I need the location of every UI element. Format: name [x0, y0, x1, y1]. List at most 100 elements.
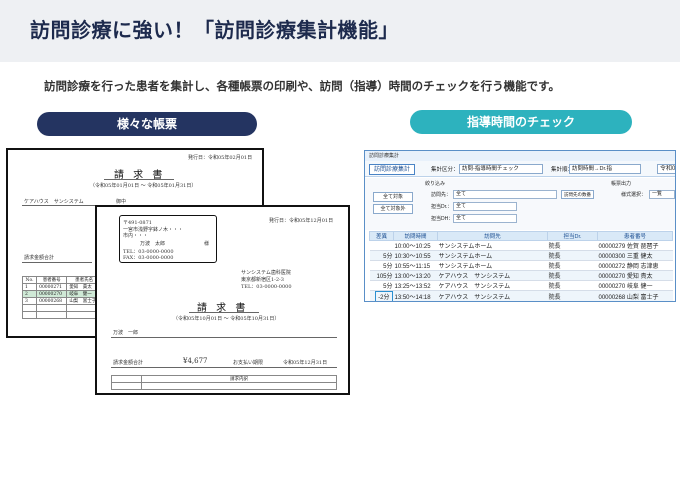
- table-row[interactable]: 5分 10:55〜11:15 サンシステムホーム 院長 00000272 静岡 …: [369, 260, 673, 271]
- aggregation-select[interactable]: 訪問-指導時間チェック: [459, 164, 543, 174]
- hygienist-select[interactable]: 全て: [453, 214, 517, 223]
- place-cell: ケアハウス サンシステム: [437, 290, 548, 301]
- various-forms-label: 様々な帳票: [37, 112, 257, 136]
- doctor-cell: 院長: [547, 260, 598, 271]
- visit-place-select[interactable]: 全て: [453, 190, 557, 199]
- grid-header: 訪問先: [437, 231, 548, 241]
- place-cell: ケアハウス サンシステム: [437, 280, 548, 291]
- time-cell: 10:30〜10:55: [393, 250, 438, 261]
- aggregation-label: 集計区分：: [431, 167, 459, 173]
- table-header-row: No. 患者番号 患者氏名: [21, 276, 102, 284]
- table-row[interactable]: -2分 13:50〜14:18 ケアハウス サンシステム 院長 00000268…: [369, 290, 673, 301]
- format-label: 様式選択：: [621, 192, 647, 198]
- honorific-sama: 様: [204, 241, 210, 247]
- invoice-period: （令和05年10月01日 ～ 令和05年10月31日）: [173, 316, 280, 322]
- diff-cell: 5分: [369, 250, 394, 261]
- table-row[interactable]: 105分 13:00〜13:20 ケアハウス サンシステム 院長 0000027…: [369, 270, 673, 281]
- hygienist-label: 担当DH：: [431, 216, 454, 222]
- visit-place-label: 訪問先：: [431, 192, 452, 198]
- filter-section-label: 絞り込み: [425, 181, 446, 187]
- table-row: 3 00000268 山梨 富士子: [21, 297, 102, 305]
- doctor-cell: 院長: [547, 250, 598, 261]
- diff-cell: 5分: [369, 280, 394, 291]
- patient-name: 万波 太郎: [140, 241, 166, 247]
- address-window: 〒491-0871 一宮市浅野字鉢ノ木・・・ 市内・・・ 万波 太郎 様 TEL…: [119, 215, 217, 263]
- diff-cell: [369, 240, 394, 251]
- doctor-label: 担当Dr.：: [431, 204, 453, 210]
- grid-header-row: 差異 訪問時間 訪問先 担当Dr. 患者番号: [369, 231, 673, 241]
- honorific: 御中: [116, 199, 127, 205]
- grid-header: 患者番号: [597, 231, 673, 241]
- breakdown-table: 請求内訳: [111, 375, 337, 390]
- diff-cell: 105分: [369, 270, 394, 281]
- diff-cell: 5分: [369, 260, 394, 271]
- clinic-name: サンシステム歯科医院: [241, 270, 291, 276]
- patient-cell: 00000272 静岡 志津恵: [597, 260, 673, 271]
- grid-header: 訪問時間: [393, 231, 438, 241]
- table-cell: 00000268: [36, 297, 68, 305]
- grid-header: 担当Dr.: [547, 231, 598, 241]
- amount-value: ¥4,677: [183, 357, 208, 365]
- table-cell: 2: [21, 290, 38, 298]
- format-select[interactable]: 一覧: [649, 190, 675, 199]
- patient-cell: 00000268 山梨 富士子: [597, 290, 673, 301]
- table-row[interactable]: 5分 10:30〜10:55 サンシステムホーム 院長 00000300 三重 …: [369, 250, 673, 261]
- negative-diff-badge: -2分: [375, 291, 393, 301]
- time-cell: 10:00〜10:25: [393, 240, 438, 251]
- patient-cell: 00000279 佐賀 琵琶子: [597, 240, 673, 251]
- patient-cell: 00000270 岐阜 健一: [597, 280, 673, 291]
- amount-underline: [111, 367, 337, 368]
- clinic-address: 東京都新宿区1-2-3: [241, 277, 284, 283]
- visit-order-button[interactable]: 訪問先の数番: [561, 190, 594, 199]
- payment-due-date: 令和05年12月31日: [283, 360, 328, 366]
- doctor-cell: 院長: [547, 240, 598, 251]
- invoice-sample-front: 〒491-0871 一宮市浅野字鉢ノ木・・・ 市内・・・ 万波 太郎 様 TEL…: [95, 205, 350, 395]
- doctor-select[interactable]: 全て: [453, 202, 517, 211]
- subtitle-name: 万波 一郎: [113, 330, 139, 336]
- total-section: 請求金額合計: [24, 255, 55, 261]
- issue-date: 発行日：令和05年02月01日: [188, 155, 253, 161]
- deselect-all-button[interactable]: 全て対象外: [373, 204, 413, 214]
- total-underline: [22, 262, 92, 263]
- table-row[interactable]: 10:00〜10:25 サンシステムホーム 院長 00000279 佐賀 琵琶子: [369, 240, 673, 251]
- place-cell: サンシステムホーム: [437, 240, 548, 251]
- fax: FAX：03-0000-0000: [123, 255, 174, 261]
- time-cell: 13:00〜13:20: [393, 270, 438, 281]
- year-select[interactable]: 令和0: [657, 164, 675, 174]
- table-header: 請求内訳: [141, 375, 337, 383]
- time-cell: 13:25〜13:52: [393, 280, 438, 291]
- title-underline: [104, 179, 174, 180]
- grid-header: 差異: [369, 231, 394, 241]
- hero-banner: 訪問診療に強い！「訪問診療集計機能」: [0, 0, 680, 62]
- visit-aggregation-window: 訪問診療集計 訪問診療集計 集計区分： 訪問-指導時間チェック 集計順： 訪問時…: [364, 150, 676, 302]
- filter-panel: 絞り込み 全て対象 全て対象外 訪問先： 全て 訪問先の数番 担当Dr.： 全て…: [365, 178, 675, 230]
- table-cell: 00000271: [36, 283, 68, 291]
- doctor-cell: 院長: [547, 280, 598, 291]
- toolbar: 訪問診療集計 集計区分： 訪問-指導時間チェック 集計順： 訪問時間→Dr.指 …: [365, 161, 675, 177]
- time-cell: 10:55〜11:15: [393, 260, 438, 271]
- table-row[interactable]: 5分 13:25〜13:52 ケアハウス サンシステム 院長 00000270 …: [369, 280, 673, 291]
- table-cell: 3: [21, 297, 38, 305]
- address-line-2: 市内・・・: [123, 233, 149, 239]
- window-titlebar: 訪問診療集計: [365, 151, 675, 161]
- hero-title: 訪問診療に強い！「訪問診療集計機能」: [30, 18, 399, 42]
- clinic-tel: TEL：03-0000-0000: [241, 284, 292, 290]
- select-all-button[interactable]: 全て対象: [373, 192, 413, 202]
- visit-time-grid: 差異 訪問時間 訪問先 担当Dr. 患者番号 10:00〜10:25 サンシステ…: [369, 231, 673, 301]
- feature-description: 訪問診療を行った患者を集計し、各種帳票の印刷や、訪問（指導）時間のチェックを行う…: [44, 79, 560, 93]
- issue-date: 発行日：令和05年12月01日: [269, 218, 334, 224]
- payment-due-label: お支払い期限: [233, 360, 264, 366]
- divider: [111, 337, 337, 338]
- table-row: 2 00000270 岐阜 健一: [21, 290, 102, 298]
- invoice-period: （令和05年01月01日 ～ 令和05年01月31日）: [90, 183, 197, 189]
- recipient: ケアハウス サンシステム: [24, 199, 84, 205]
- screen-title-tab[interactable]: 訪問診療集計: [369, 164, 415, 175]
- table-header-row: 請求内訳: [111, 375, 337, 383]
- table-row: [111, 382, 337, 390]
- table-cell: 1: [21, 283, 38, 291]
- patient-cell: 00000300 三重 健太: [597, 250, 673, 261]
- order-select[interactable]: 訪問時間→Dr.指: [569, 164, 641, 174]
- postal-code: 〒491-0871: [123, 220, 152, 226]
- time-cell: 13:50〜14:18: [393, 290, 438, 301]
- table-row: [21, 304, 102, 312]
